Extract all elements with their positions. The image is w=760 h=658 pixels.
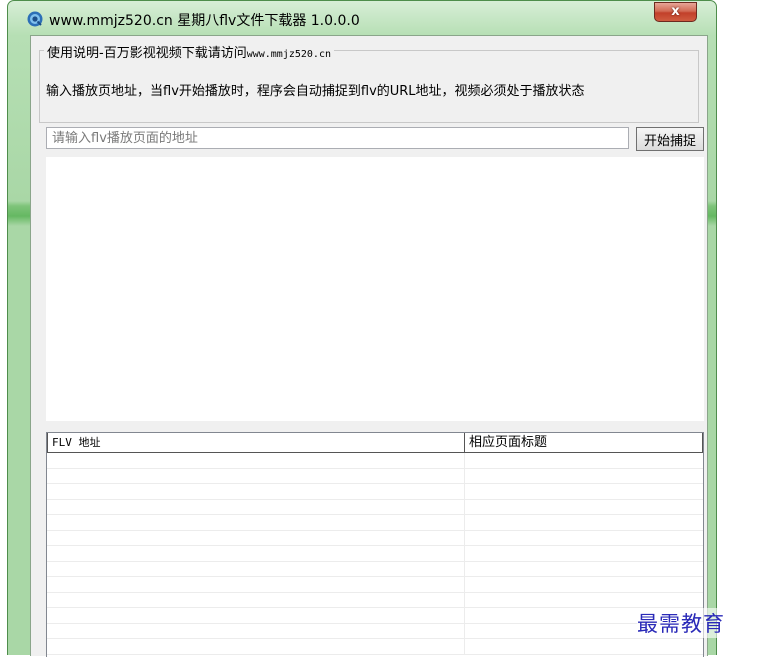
list-row <box>47 453 703 469</box>
column-header-page-title[interactable]: 相应页面标题 <box>464 433 703 453</box>
instructions-site: www.mmjz520.cn <box>246 49 331 60</box>
instructions-group: 使用说明-百万影视视频下载请访问www.mmjz520.cn 输入播放页地址，当… <box>39 42 699 123</box>
close-icon: x <box>671 4 680 19</box>
client-area: 使用说明-百万影视视频下载请访问www.mmjz520.cn 输入播放页地址，当… <box>30 35 708 657</box>
window-frame: www.mmjz520.cn 星期八flv文件下载器 1.0.0.0 x 使用说… <box>7 0 717 657</box>
close-button[interactable]: x <box>654 2 697 22</box>
start-capture-button[interactable]: 开始捕捉 <box>636 127 704 151</box>
list-row <box>47 592 703 608</box>
column-header-flv-url-label: FLV 地址 <box>52 436 101 449</box>
list-row <box>47 546 703 562</box>
list-header: FLV 地址 相应页面标题 <box>47 433 703 453</box>
list-row <box>47 484 703 500</box>
watermark-text: 最需教育 <box>637 608 725 638</box>
instructions-legend-prefix: 使用说明-百万影视视频下载请访问 <box>47 46 247 61</box>
title-bar[interactable]: www.mmjz520.cn 星期八flv文件下载器 1.0.0.0 x <box>8 1 716 35</box>
instructions-legend: 使用说明-百万影视视频下载请访问www.mmjz520.cn <box>44 42 334 61</box>
list-row <box>47 530 703 546</box>
app-icon <box>27 11 43 27</box>
flv-list[interactable]: FLV 地址 相应页面标题 <box>46 432 704 657</box>
column-header-flv-url[interactable]: FLV 地址 <box>47 433 465 453</box>
browser-panel[interactable] <box>46 157 704 421</box>
list-row <box>47 623 703 639</box>
list-row <box>47 499 703 515</box>
url-input[interactable] <box>46 127 629 149</box>
list-row <box>47 608 703 624</box>
list-row <box>47 515 703 531</box>
list-row <box>47 468 703 484</box>
list-row <box>47 561 703 577</box>
instructions-text: 输入播放页地址，当flv开始播放时，程序会自动捕捉到flv的URL地址，视频必须… <box>46 84 585 99</box>
window-title: www.mmjz520.cn 星期八flv文件下载器 1.0.0.0 <box>49 13 360 29</box>
list-row <box>47 639 703 655</box>
list-rows <box>47 453 703 658</box>
list-row <box>47 577 703 593</box>
